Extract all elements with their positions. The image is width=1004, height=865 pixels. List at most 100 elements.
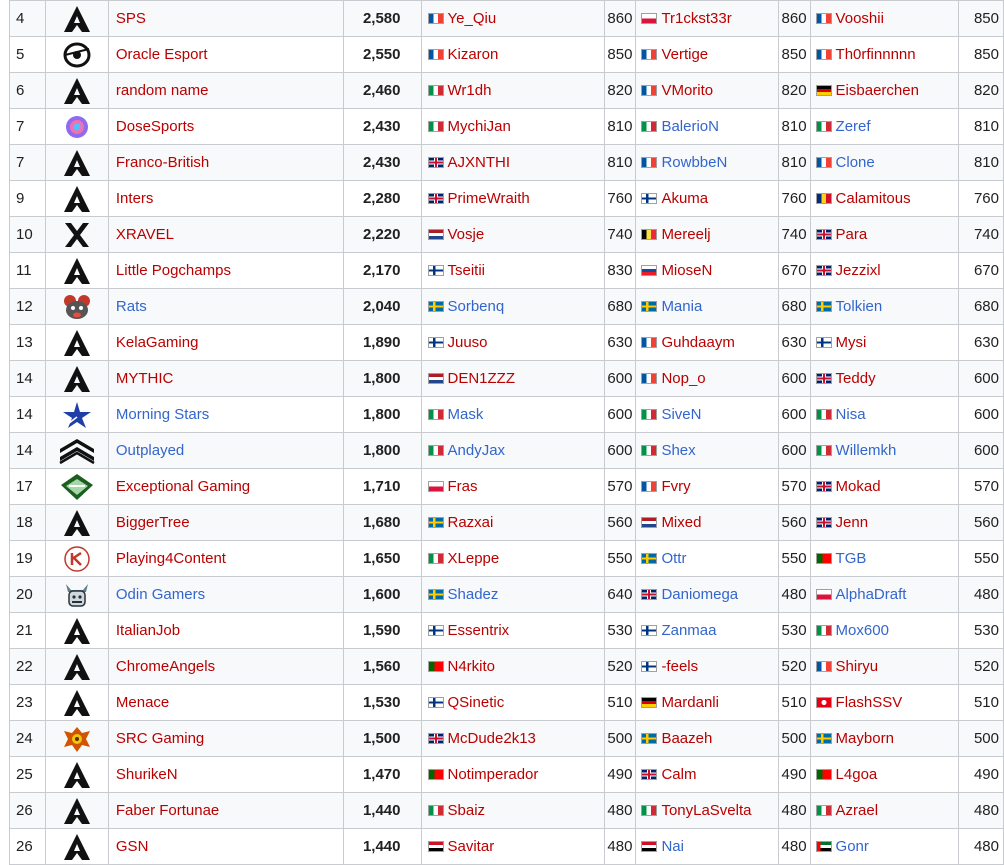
apex-icon[interactable]: [62, 365, 92, 392]
team-logo-cell[interactable]: [44, 612, 109, 649]
team-logo-cell[interactable]: [44, 360, 109, 397]
player-1-link[interactable]: Wr1dh: [448, 82, 492, 99]
player-1-link[interactable]: PrimeWraith: [448, 190, 530, 207]
player-2-link[interactable]: SiveN: [661, 406, 701, 423]
team-link[interactable]: Morning Stars: [116, 406, 209, 423]
team-link[interactable]: Franco-British: [116, 154, 209, 171]
exceptional-icon[interactable]: [60, 473, 94, 500]
player-3-link[interactable]: Gonr: [836, 838, 869, 855]
apex-icon[interactable]: [62, 689, 92, 716]
player-1-link[interactable]: Juuso: [448, 334, 488, 351]
apex-icon[interactable]: [62, 509, 92, 536]
player-1-link[interactable]: Notimperador: [448, 766, 539, 783]
team-logo-cell[interactable]: [44, 684, 109, 721]
player-2-link[interactable]: Mardanli: [661, 694, 719, 711]
team-link[interactable]: SPS: [116, 10, 146, 27]
player-3-link[interactable]: Th0rfinnnnn: [836, 46, 916, 63]
player-1-link[interactable]: Shadez: [448, 586, 499, 603]
player-2-link[interactable]: -feels: [661, 658, 698, 675]
team-logo-cell[interactable]: [44, 432, 109, 469]
apex-icon[interactable]: [62, 761, 92, 788]
team-logo-cell[interactable]: [44, 576, 109, 613]
dosesports-icon[interactable]: [62, 115, 92, 138]
player-3-link[interactable]: Mokad: [836, 478, 881, 495]
player-1-link[interactable]: Tseitii: [448, 262, 486, 279]
player-2-link[interactable]: RowbbeN: [661, 154, 727, 171]
player-1-link[interactable]: Kizaron: [448, 46, 499, 63]
xravel-icon[interactable]: [62, 222, 92, 247]
team-logo-cell[interactable]: [44, 108, 109, 145]
team-link[interactable]: ShurikeN: [116, 766, 178, 783]
player-1-link[interactable]: Sbaiz: [448, 802, 486, 819]
team-logo-cell[interactable]: [44, 504, 109, 541]
player-3-link[interactable]: Mox600: [836, 622, 889, 639]
player-2-link[interactable]: VMorito: [661, 82, 713, 99]
team-logo-cell[interactable]: [44, 0, 109, 37]
team-logo-cell[interactable]: [44, 468, 109, 505]
oracle-icon[interactable]: [62, 42, 92, 67]
player-1-link[interactable]: DEN1ZZZ: [448, 370, 516, 387]
player-2-link[interactable]: BalerioN: [661, 118, 719, 135]
apex-icon[interactable]: [62, 653, 92, 680]
team-logo-cell[interactable]: [44, 144, 109, 181]
player-1-link[interactable]: Vosje: [448, 226, 485, 243]
player-1-link[interactable]: Essentrix: [448, 622, 510, 639]
player-1-link[interactable]: Ye_Qiu: [448, 10, 497, 27]
player-2-link[interactable]: MioseN: [661, 262, 712, 279]
player-3-link[interactable]: Vooshii: [836, 10, 884, 27]
team-logo-cell[interactable]: [44, 828, 109, 865]
team-logo-cell[interactable]: [44, 36, 109, 73]
team-link[interactable]: KelaGaming: [116, 334, 199, 351]
player-2-link[interactable]: Daniomega: [661, 586, 738, 603]
player-1-link[interactable]: N4rkito: [448, 658, 496, 675]
team-link[interactable]: Menace: [116, 694, 169, 711]
player-3-link[interactable]: Teddy: [836, 370, 876, 387]
player-1-link[interactable]: AndyJax: [448, 442, 506, 459]
team-logo-cell[interactable]: [44, 72, 109, 109]
player-1-link[interactable]: AJXNTHI: [448, 154, 511, 171]
odin-icon[interactable]: [62, 583, 92, 607]
player-1-link[interactable]: Razxai: [448, 514, 494, 531]
apex-icon[interactable]: [62, 185, 92, 212]
team-logo-cell[interactable]: [44, 396, 109, 433]
apex-icon[interactable]: [62, 797, 92, 824]
team-link[interactable]: Inters: [116, 190, 154, 207]
team-logo-cell[interactable]: [44, 792, 109, 829]
player-3-link[interactable]: FlashSSV: [836, 694, 903, 711]
player-2-link[interactable]: Mereelj: [661, 226, 710, 243]
star-icon[interactable]: [62, 401, 92, 428]
team-link[interactable]: BiggerTree: [116, 514, 190, 531]
player-3-link[interactable]: Eisbaerchen: [836, 82, 919, 99]
team-link[interactable]: SRC Gaming: [116, 730, 204, 747]
player-1-link[interactable]: McDude2k13: [448, 730, 536, 747]
playing4content-icon[interactable]: [62, 545, 92, 572]
player-2-link[interactable]: Baazeh: [661, 730, 712, 747]
outplayed-icon[interactable]: [58, 438, 96, 464]
player-1-link[interactable]: Mask: [448, 406, 484, 423]
team-logo-cell[interactable]: [44, 252, 109, 289]
player-2-link[interactable]: Guhdaaym: [661, 334, 734, 351]
src-icon[interactable]: [62, 726, 92, 752]
apex-icon[interactable]: [62, 257, 92, 284]
team-logo-cell[interactable]: [44, 648, 109, 685]
player-3-link[interactable]: Shiryu: [836, 658, 879, 675]
team-link[interactable]: random name: [116, 82, 209, 99]
player-3-link[interactable]: Azrael: [836, 802, 879, 819]
player-1-link[interactable]: Savitar: [448, 838, 495, 855]
player-2-link[interactable]: Shex: [661, 442, 695, 459]
player-3-link[interactable]: Nisa: [836, 406, 866, 423]
team-link[interactable]: ChromeAngels: [116, 658, 215, 675]
apex-icon[interactable]: [62, 617, 92, 644]
team-link[interactable]: XRAVEL: [116, 226, 174, 243]
apex-icon[interactable]: [62, 5, 92, 32]
player-2-link[interactable]: Fvry: [661, 478, 690, 495]
team-link[interactable]: Rats: [116, 298, 147, 315]
player-2-link[interactable]: Nai: [661, 838, 684, 855]
player-2-link[interactable]: Vertige: [661, 46, 708, 63]
player-3-link[interactable]: Mayborn: [836, 730, 894, 747]
team-link[interactable]: DoseSports: [116, 118, 194, 135]
player-2-link[interactable]: Nop_o: [661, 370, 705, 387]
team-link[interactable]: Exceptional Gaming: [116, 478, 250, 495]
team-link[interactable]: Faber Fortunae: [116, 802, 219, 819]
player-3-link[interactable]: Jezzixl: [836, 262, 881, 279]
